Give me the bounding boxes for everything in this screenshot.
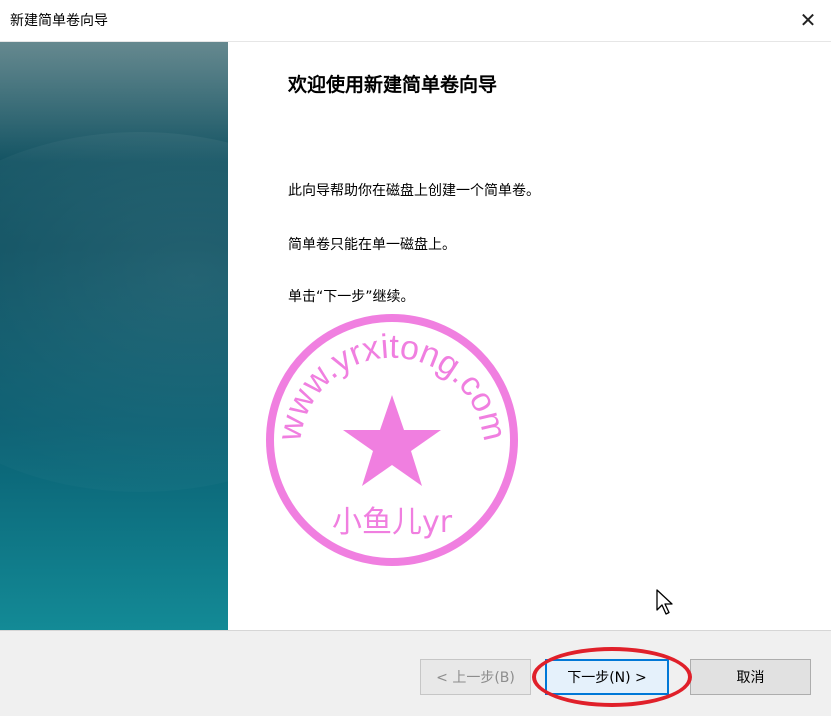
wizard-side-banner: [0, 42, 228, 630]
wizard-footer: < 上一步(B) 下一步(N) > 取消: [0, 630, 831, 716]
mouse-cursor-icon: [656, 589, 673, 615]
watermark-stamp: www.yrxitong.com 小鱼儿yr: [266, 314, 518, 566]
watermark-bottom-text: 小鱼儿yr: [332, 505, 453, 540]
close-icon: ✕: [799, 8, 817, 32]
title-bar: 新建简单卷向导 ✕: [0, 0, 831, 42]
cancel-button[interactable]: 取消: [690, 659, 811, 695]
highlight-circle: [532, 647, 692, 707]
description-line-1: 此向导帮助你在磁盘上创建一个简单卷。: [288, 183, 540, 199]
description-line-3: 单击“下一步”继续。: [288, 289, 415, 305]
description-line-2: 简单卷只能在单一磁盘上。: [288, 237, 456, 253]
star-icon: [343, 395, 441, 486]
close-button[interactable]: ✕: [785, 0, 831, 40]
page-heading: 欢迎使用新建简单卷向导: [288, 74, 498, 96]
back-button[interactable]: < 上一步(B): [420, 659, 531, 695]
window-title: 新建简单卷向导: [10, 13, 108, 29]
